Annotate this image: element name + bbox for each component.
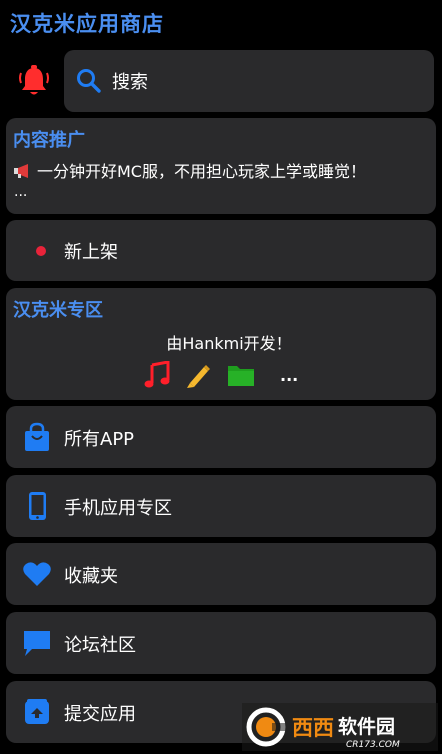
chat-bubble-icon — [24, 631, 50, 656]
search-icon — [77, 69, 101, 93]
music-note-icon[interactable] — [144, 361, 170, 389]
menu-item-forum[interactable]: 论坛社区 — [6, 612, 436, 674]
search-bar[interactable]: 搜索 — [64, 50, 434, 112]
promo-card[interactable]: 内容推广 一分钟开好MC服，不用担心玩家上学或睡觉！ ... — [6, 118, 436, 214]
menu-label-forum: 论坛社区 — [64, 635, 136, 656]
menu-item-mobile-apps[interactable]: 手机应用专区 — [6, 475, 436, 537]
svg-text:西西: 西西 — [292, 716, 334, 740]
zone-subtitle: 由Hankmi开发！ — [166, 334, 292, 353]
zone-icons: ... — [144, 360, 298, 390]
menu-item-favorites[interactable]: 收藏夹 — [6, 543, 436, 605]
heart-icon — [23, 562, 51, 586]
menu-item-all-apps[interactable]: 所有APP — [6, 406, 436, 468]
menu-label-favorites: 收藏夹 — [64, 566, 118, 587]
promo-text-content: 一分钟开好MC服，不用担心玩家上学或睡觉！ — [37, 162, 366, 181]
svg-text:软件园: 软件园 — [338, 715, 395, 738]
app-title: 汉克米应用商店 — [10, 12, 164, 36]
bell-icon[interactable] — [18, 64, 50, 98]
promo-title: 内容推广 — [13, 130, 85, 151]
promo-text: 一分钟开好MC服，不用担心玩家上学或睡觉！ — [13, 158, 366, 182]
promo-more: ... — [14, 184, 28, 200]
zone-more[interactable]: ... — [280, 366, 298, 385]
watermark-logo: 西西 软件园 CR173.COM — [242, 703, 438, 751]
new-shelf-label: 新上架 — [64, 242, 118, 263]
folder-icon[interactable] — [226, 362, 256, 388]
menu-label-mobile-apps: 手机应用专区 — [64, 498, 172, 519]
upload-box-icon — [25, 699, 49, 724]
megaphone-icon — [14, 164, 28, 178]
zone-title: 汉克米专区 — [13, 300, 103, 321]
pencil-icon[interactable] — [184, 361, 212, 389]
hankmi-zone-card[interactable]: 汉克米专区 由Hankmi开发！ ... — [6, 288, 436, 400]
new-dot-icon — [36, 246, 46, 256]
svg-text:CR173.COM: CR173.COM — [346, 740, 400, 750]
search-label: 搜索 — [112, 72, 148, 93]
new-shelf-card[interactable]: 新上架 — [6, 220, 436, 281]
menu-label-submit-app: 提交应用 — [64, 704, 136, 725]
menu-label-all-apps: 所有APP — [64, 429, 135, 450]
shopping-bag-icon — [25, 422, 49, 451]
phone-icon — [29, 492, 46, 520]
